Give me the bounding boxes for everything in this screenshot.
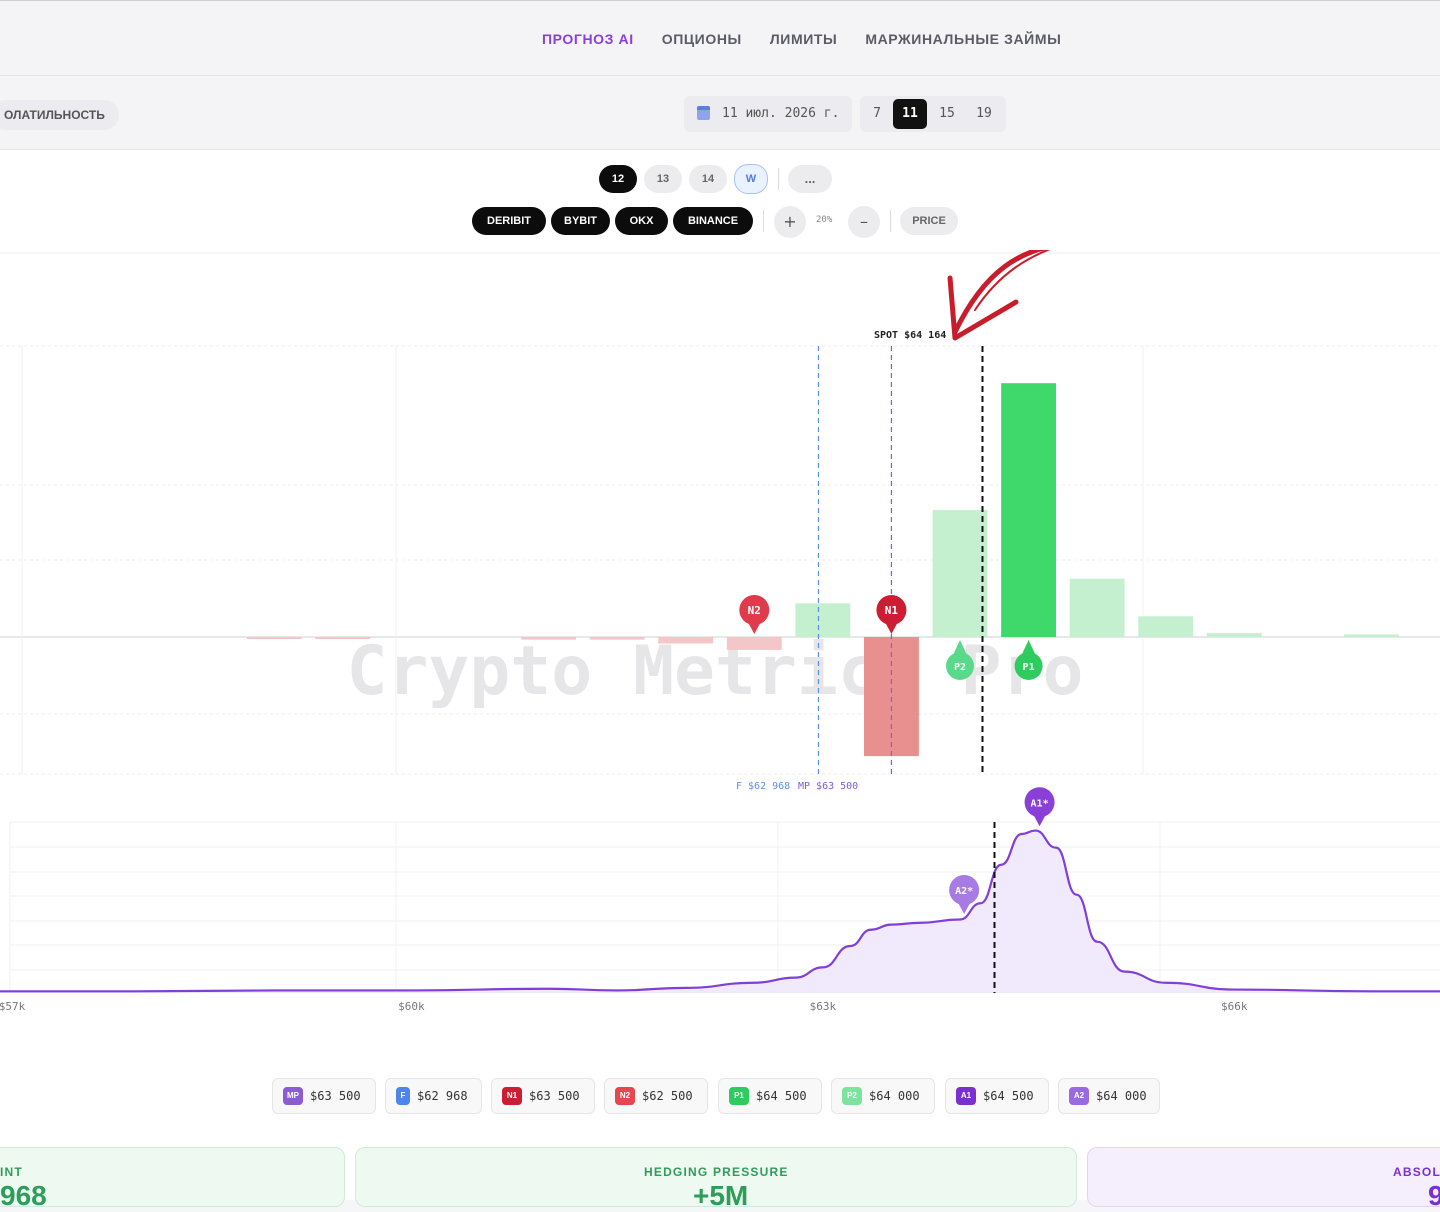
x-tick-label: $57k (0, 1000, 26, 1013)
metric-card-absolute (1087, 1147, 1440, 1207)
day-option-19[interactable]: 19 (967, 99, 1001, 129)
legend-value: $63 500 (310, 1089, 361, 1103)
x-tick-label: $66k (1221, 1000, 1248, 1013)
metric-card-value: 9 (1428, 1180, 1440, 1211)
x-tick-label: $63k (810, 1000, 837, 1013)
legend-tag: N2 (615, 1087, 635, 1105)
bar (795, 603, 851, 637)
legend-value: $64 000 (869, 1089, 920, 1103)
marker-label: P1 (1023, 662, 1035, 673)
toolbar: ОЛАТИЛЬНОСТЬ 11 июл. 2026 г. 7 11 15 19 (0, 77, 1440, 150)
tab-ai-forecast[interactable]: ПРОГНОЗ AI (542, 31, 634, 47)
hour-option-13[interactable]: 13 (644, 165, 682, 193)
divider (763, 210, 764, 232)
forward-label: F $62 968 (736, 781, 790, 792)
legend-value: $62 500 (642, 1089, 693, 1103)
legend-tag: A2 (1069, 1087, 1089, 1105)
marker-label: N2 (748, 604, 761, 617)
legend-p1: P1 $64 500 (718, 1078, 822, 1114)
legend-tag: P2 (842, 1087, 862, 1105)
hour-option-14[interactable]: 14 (689, 165, 727, 193)
day-option-15[interactable]: 15 (930, 99, 964, 129)
metric-card-title: INT (0, 1165, 23, 1179)
legend-tag: N1 (502, 1087, 522, 1105)
exchange-bybit[interactable]: BYBIT (551, 207, 610, 235)
more-button[interactable]: ... (788, 165, 832, 193)
zoom-out-button[interactable]: – (848, 206, 880, 238)
legend-max-pain: MP $63 500 (272, 1078, 376, 1114)
divider (778, 168, 779, 190)
legend-a1: A1 $64 500 (945, 1078, 1049, 1114)
bar (658, 637, 714, 644)
legend-value: $63 500 (529, 1089, 580, 1103)
legend-tag: P1 (729, 1087, 749, 1105)
top-navigation: ПРОГНОЗ AI ОПЦИОНЫ ЛИМИТЫ МАРЖИНАЛЬНЫЕ З… (0, 0, 1440, 76)
marker-label: A1* (1031, 798, 1049, 809)
metric-card-value: +5M (693, 1180, 749, 1211)
marker-label: P2 (954, 662, 966, 673)
spot-label: SPOT $64 164 (874, 330, 946, 341)
legend-value: $64 500 (756, 1089, 807, 1103)
price-toggle[interactable]: PRICE (900, 207, 958, 235)
legend-forward: F $62 968 (385, 1078, 482, 1114)
max-pain-label: MP $63 500 (798, 781, 858, 792)
bar (726, 637, 782, 650)
bar (1206, 633, 1262, 637)
date-picker[interactable]: 11 июл. 2026 г. (684, 96, 852, 132)
marker-n2: N2 (739, 595, 770, 634)
legend-value: $64 000 (1096, 1089, 1147, 1103)
day-selector: 7 11 15 19 (860, 96, 1006, 132)
hour-option-weekly[interactable]: W (734, 164, 768, 194)
legend-n2: N2 $62 500 (604, 1078, 708, 1114)
exchange-binance[interactable]: BINANCE (673, 207, 753, 235)
zoom-level: 20% (816, 215, 833, 225)
bar (932, 510, 988, 637)
tab-limits[interactable]: ЛИМИТЫ (770, 31, 837, 47)
selected-date: 11 июл. 2026 г. (722, 106, 840, 121)
legend-a2: A2 $64 000 (1058, 1078, 1160, 1114)
legend-p2: P2 $64 000 (831, 1078, 935, 1114)
zoom-in-button[interactable]: + (774, 206, 806, 238)
bar (1069, 578, 1125, 637)
marker-n1: N1 (876, 595, 907, 634)
exchange-deribit[interactable]: DERIBIT (472, 207, 546, 235)
legend-value: $62 968 (417, 1089, 468, 1103)
watermark: Crypto Metrics Pro (347, 632, 1084, 711)
day-option-11[interactable]: 11 (893, 99, 927, 129)
tab-options[interactable]: ОПЦИОНЫ (662, 31, 742, 47)
metric-card-value: 968 (0, 1180, 47, 1211)
bar (246, 637, 302, 639)
exchange-okx[interactable]: OKX (615, 207, 668, 235)
marker-a1: A1* (1024, 787, 1055, 827)
metric-card-point (0, 1147, 345, 1207)
legend-tag: A1 (956, 1087, 976, 1105)
calendar-icon (697, 106, 710, 120)
volatility-button[interactable]: ОЛАТИЛЬНОСТЬ (0, 100, 119, 130)
marker-label: N1 (885, 604, 899, 617)
day-option-7[interactable]: 7 (860, 99, 894, 129)
legend-value: $64 500 (983, 1089, 1034, 1103)
hour-option-12[interactable]: 12 (599, 165, 637, 193)
bar (589, 637, 645, 640)
divider (890, 210, 891, 232)
bar (1138, 616, 1194, 637)
legend-tag: F (396, 1087, 410, 1105)
bar (315, 637, 371, 639)
forecast-chart: Crypto Metrics Pro N2 N1 P2 P1 SPOT $64 164… (0, 250, 1440, 1013)
bar (1344, 634, 1399, 637)
annotation-arrow-icon (947, 250, 1051, 341)
tab-margin-loans[interactable]: МАРЖИНАЛЬНЫЕ ЗАЙМЫ (865, 31, 1061, 47)
marker-label: A2* (955, 886, 973, 897)
bar (521, 637, 576, 640)
x-tick-label: $60k (398, 1000, 425, 1013)
metric-card-title: HEDGING PRESSURE (644, 1165, 789, 1179)
legend-tag: MP (283, 1087, 303, 1105)
density-area (0, 830, 1440, 993)
metric-card-title: ABSOL (1393, 1165, 1440, 1179)
bar (1001, 383, 1056, 637)
density-line (0, 829, 1440, 993)
legend-n1: N1 $63 500 (491, 1078, 595, 1114)
